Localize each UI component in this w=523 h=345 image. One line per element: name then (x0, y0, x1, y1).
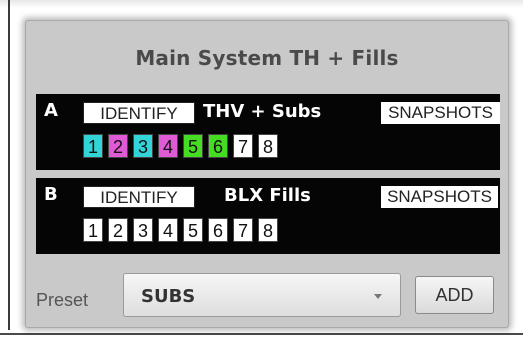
snapshots-button[interactable]: SNAPSHOTS (381, 186, 498, 208)
snapshot-button[interactable]: 3 (133, 134, 153, 158)
zone-a: A IDENTIFY THV + Subs SNAPSHOTS 12345678 (36, 94, 500, 170)
snapshot-button[interactable]: 2 (108, 218, 128, 242)
snapshot-button[interactable]: 2 (108, 134, 128, 158)
panel-title: Main System TH + Fills (135, 46, 399, 70)
zone-letter: A (44, 100, 58, 121)
zone-name: BLX Fills (224, 185, 311, 206)
snapshot-button[interactable]: 8 (258, 218, 278, 242)
snapshot-button[interactable]: 3 (133, 218, 153, 242)
snapshot-button[interactable]: 1 (83, 134, 103, 158)
snapshot-button[interactable]: 4 (158, 218, 178, 242)
preset-value: SUBS (141, 286, 196, 307)
snapshot-button[interactable]: 4 (158, 134, 178, 158)
preset-label: Preset (36, 290, 89, 310)
snapshot-button[interactable]: 6 (208, 218, 228, 242)
window-top-edge (0, 0, 523, 8)
main-system-panel: Main System TH + Fills A IDENTIFY THV + … (25, 20, 509, 328)
snapshot-button[interactable]: 7 (233, 218, 253, 242)
identify-button[interactable]: IDENTIFY (83, 186, 195, 208)
window-bottom-border (0, 333, 523, 335)
snapshots-button[interactable]: SNAPSHOTS (381, 102, 500, 124)
snapshot-button[interactable]: 6 (208, 134, 228, 158)
preset-select[interactable]: SUBS (123, 273, 401, 317)
identify-button[interactable]: IDENTIFY (83, 102, 195, 124)
snapshot-button[interactable]: 7 (233, 134, 253, 158)
snapshot-button[interactable]: 5 (183, 218, 203, 242)
chevron-down-icon[interactable] (374, 294, 382, 299)
snapshot-button[interactable]: 1 (83, 218, 103, 242)
zone-b: B IDENTIFY BLX Fills SNAPSHOTS 12345678 (36, 178, 500, 254)
window-left-border (8, 0, 10, 330)
zone-letter: B (44, 184, 58, 205)
snapshot-button[interactable]: 5 (183, 134, 203, 158)
add-button[interactable]: ADD (415, 276, 494, 314)
zone-name: THV + Subs (203, 101, 322, 122)
snapshot-button[interactable]: 8 (258, 134, 278, 158)
